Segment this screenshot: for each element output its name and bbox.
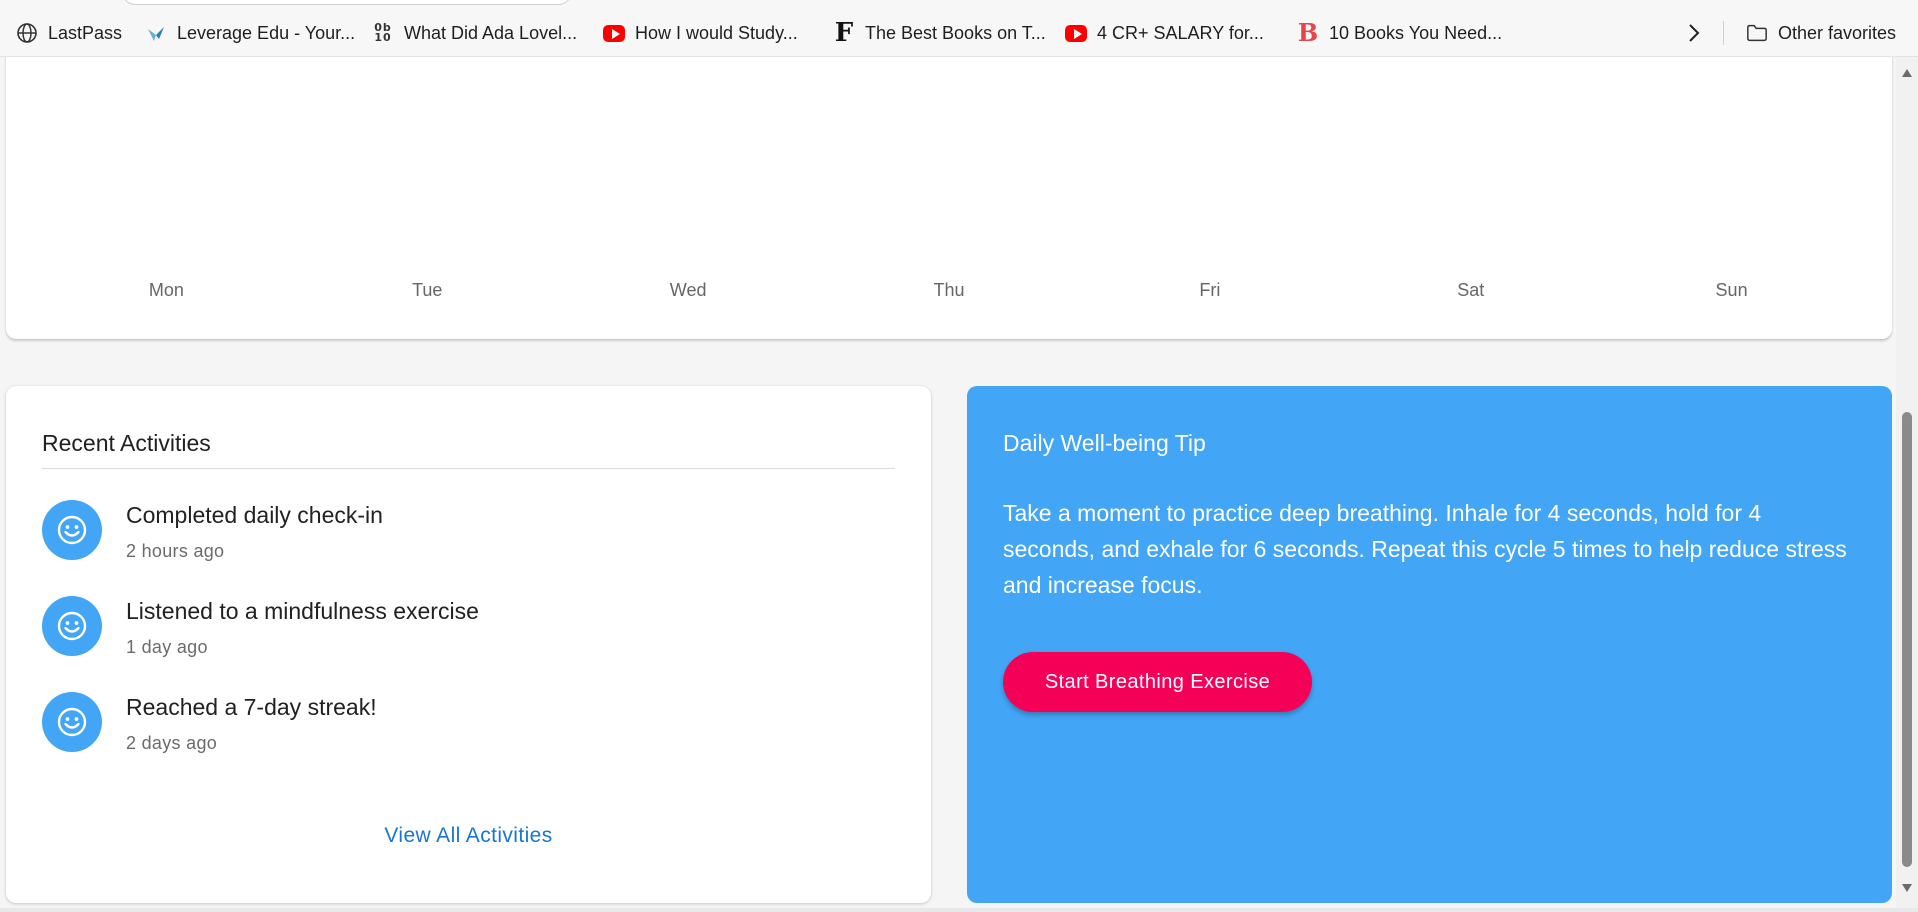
bookmark-how-i-would-study[interactable]: How I would Study... bbox=[603, 20, 798, 46]
f-letter-icon: F bbox=[834, 18, 854, 48]
activity-title: Listened to a mindfulness exercise bbox=[126, 598, 479, 624]
bookmark-label: 10 Books You Need... bbox=[1329, 22, 1503, 43]
bookmark-10-books[interactable]: B 10 Books You Need... bbox=[1297, 20, 1502, 46]
divider bbox=[42, 468, 895, 469]
other-favorites-label: Other favorites bbox=[1778, 22, 1897, 43]
activity-title: Reached a 7-day streak! bbox=[126, 694, 377, 720]
x-tick-label-sat: Sat bbox=[1457, 280, 1484, 300]
activity-time: 2 hours ago bbox=[126, 541, 225, 561]
weekly-mood-chart: Mon Tue Wed Thu Fri Sat Sun bbox=[6, 57, 1892, 339]
x-tick-label-sun: Sun bbox=[1716, 280, 1748, 300]
leverage-edu-icon bbox=[145, 22, 167, 44]
globe-icon bbox=[16, 22, 38, 44]
smiley-icon bbox=[42, 596, 102, 656]
bookmark-best-books[interactable]: F The Best Books on T... bbox=[833, 20, 1046, 46]
more-bookmarks-chevron-icon[interactable] bbox=[1680, 20, 1708, 46]
view-all-activities-link[interactable]: View All Activities bbox=[6, 824, 931, 848]
recent-activities-title: Recent Activities bbox=[42, 430, 211, 456]
window-bottom-edge bbox=[0, 908, 1918, 912]
bookmark-leverage-edu[interactable]: Leverage Edu - Your... bbox=[145, 20, 355, 46]
bookmark-salary[interactable]: 4 CR+ SALARY for... bbox=[1065, 20, 1264, 46]
bookmarks-divider bbox=[1723, 21, 1724, 45]
weekly-chart-svg: Mon Tue Wed Thu Fri Sat Sun bbox=[149, 280, 1748, 300]
bookmark-label: LastPass bbox=[48, 22, 123, 43]
bookmark-ada-lovelace[interactable]: 0b 10 What Did Ada Lovel... bbox=[372, 20, 577, 46]
other-favorites[interactable]: Other favorites bbox=[1746, 20, 1896, 46]
ob10-icon: 0b 10 bbox=[374, 21, 392, 44]
scrollbar-thumb[interactable] bbox=[1902, 412, 1912, 867]
bookmark-label: Leverage Edu - Your... bbox=[177, 22, 356, 43]
bookmark-label: What Did Ada Lovel... bbox=[404, 22, 578, 43]
bookmark-label: The Best Books on T... bbox=[865, 22, 1046, 43]
page-scrollbar[interactable] bbox=[1896, 57, 1918, 908]
activity-item[interactable]: Completed daily check-in 2 hours ago bbox=[42, 500, 892, 580]
smiley-icon bbox=[42, 500, 102, 560]
youtube-icon bbox=[603, 22, 625, 44]
smiley-icon bbox=[42, 692, 102, 752]
bookmarks-bar: LastPass Leverage Edu - Your... 0b 10 Wh… bbox=[0, 0, 1918, 57]
activity-item[interactable]: Reached a 7-day streak! 2 days ago bbox=[42, 692, 892, 772]
scroll-down-arrow-icon[interactable] bbox=[1901, 882, 1913, 894]
start-breathing-exercise-button[interactable]: Start Breathing Exercise bbox=[1003, 652, 1312, 712]
bookmark-label: 4 CR+ SALARY for... bbox=[1097, 22, 1264, 43]
b-letter-icon: B bbox=[1297, 18, 1319, 47]
activity-title: Completed daily check-in bbox=[126, 502, 383, 528]
activity-time: 2 days ago bbox=[126, 733, 218, 753]
bookmark-lastpass[interactable]: LastPass bbox=[16, 20, 122, 46]
x-tick-label-tue: Tue bbox=[412, 280, 442, 300]
page-content: Mon Tue Wed Thu Fri Sat Sun Recent Activities … bbox=[0, 57, 1896, 908]
folder-icon bbox=[1746, 22, 1768, 44]
daily-tip-title: Daily Well-being Tip bbox=[1003, 430, 1206, 456]
youtube-icon bbox=[1065, 22, 1087, 44]
x-tick-label-wed: Wed bbox=[670, 280, 707, 300]
bookmark-label: How I would Study... bbox=[635, 22, 798, 43]
x-tick-label-mon: Mon bbox=[149, 280, 184, 300]
scroll-up-arrow-icon[interactable] bbox=[1901, 67, 1913, 79]
x-tick-label-thu: Thu bbox=[933, 280, 964, 300]
daily-tip-card: Daily Well-being Tip Take a moment to pr… bbox=[967, 386, 1892, 903]
activity-time: 1 day ago bbox=[126, 637, 208, 657]
address-bar[interactable] bbox=[122, 0, 572, 5]
recent-activities-card: Recent Activities Completed daily check-… bbox=[6, 386, 931, 903]
activity-item[interactable]: Listened to a mindfulness exercise 1 day… bbox=[42, 596, 892, 676]
daily-tip-body: Take a moment to practice deep breathing… bbox=[1003, 500, 1847, 598]
x-tick-label-fri: Fri bbox=[1199, 280, 1220, 300]
